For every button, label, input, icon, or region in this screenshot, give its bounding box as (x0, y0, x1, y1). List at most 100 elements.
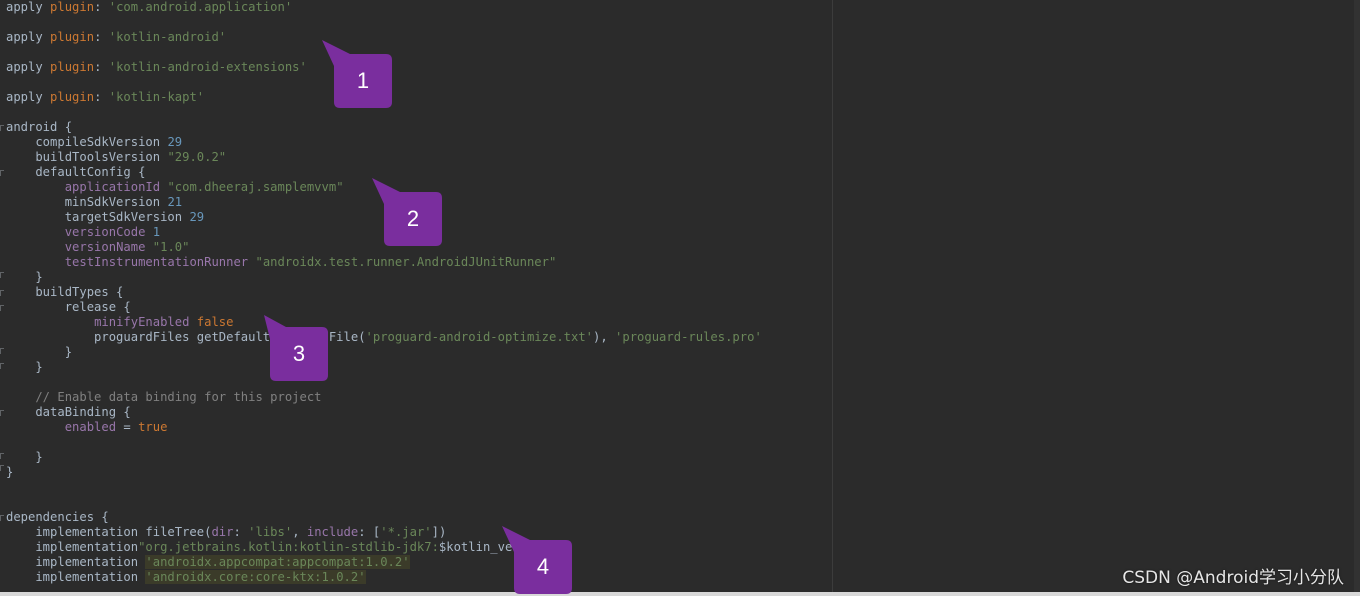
code-token: minSdkVersion (6, 195, 168, 209)
callout-2: 2 (372, 178, 442, 246)
code-line[interactable]: } (6, 360, 43, 375)
code-token: , (292, 525, 307, 539)
code-line[interactable]: apply plugin: 'kotlin-android-extensions… (6, 60, 307, 75)
fold-marker[interactable] (0, 305, 4, 311)
code-token: plugin (50, 0, 95, 14)
code-token: dependencies { (6, 510, 109, 524)
code-line[interactable]: dependencies { (6, 510, 109, 525)
fold-gutter (0, 0, 4, 592)
code-token: } (6, 465, 14, 479)
code-line[interactable]: apply plugin: 'com.android.application' (6, 0, 292, 15)
code-token: ), (593, 330, 616, 344)
code-line[interactable]: testInstrumentationRunner "androidx.test… (6, 255, 557, 270)
code-line[interactable]: versionName "1.0" (6, 240, 190, 255)
code-token: 1 (152, 225, 161, 239)
code-token: plugin (50, 60, 95, 74)
code-line[interactable]: implementation fileTree(dir: 'libs', inc… (6, 525, 446, 540)
code-token: 'libs' (248, 525, 293, 539)
code-token: "org.jetbrains.kotlin:kotlin-stdlib-jdk7… (138, 540, 439, 554)
code-line[interactable]: enabled = true (6, 420, 168, 435)
code-line[interactable]: } (6, 270, 42, 285)
code-line[interactable]: versionCode 1 (6, 225, 160, 240)
code-token: 'kotlin-kapt' (108, 90, 205, 104)
code-token: 'kotlin-android' (108, 30, 227, 44)
fold-marker[interactable] (0, 465, 4, 471)
code-token: plugin (50, 90, 95, 104)
code-line[interactable]: dataBinding { (6, 405, 130, 420)
code-token: false (196, 315, 234, 329)
code-token: "29.0.2" (167, 150, 227, 164)
code-token: // Enable data binding for this project (6, 390, 322, 404)
code-token: true (138, 420, 168, 434)
fold-marker[interactable] (0, 290, 4, 296)
fold-marker[interactable] (0, 453, 4, 459)
code-line[interactable]: minSdkVersion 21 (6, 195, 182, 210)
code-line[interactable]: } (6, 345, 72, 360)
code-line[interactable]: // Enable data binding for this project (6, 390, 322, 405)
editor-scrollbar-track[interactable] (1354, 0, 1360, 592)
fold-marker[interactable] (0, 348, 4, 354)
code-token: compileSdkVersion (6, 135, 168, 149)
code-token: buildTypes { (6, 285, 124, 299)
code-token: implementation (6, 555, 146, 569)
code-token: "androidx.test.runner.AndroidJUnitRunner… (255, 255, 557, 269)
fold-marker[interactable] (0, 170, 4, 176)
code-token: applicationId (64, 180, 161, 194)
code-token: : (94, 60, 109, 74)
code-line[interactable]: android { (6, 120, 72, 135)
code-token: implementation fileTree( (6, 525, 212, 539)
code-token: } (6, 360, 43, 374)
code-line[interactable]: proguardFiles getDefaultProguardFile('pr… (6, 330, 762, 345)
callout-1: 1 (322, 40, 392, 108)
fold-marker[interactable] (0, 515, 4, 521)
fold-marker[interactable] (0, 363, 4, 369)
code-token: } (6, 345, 73, 359)
code-line[interactable]: apply plugin: 'kotlin-kapt' (6, 90, 204, 105)
code-line[interactable]: implementation 'androidx.core:core-ktx:1… (6, 570, 366, 585)
code-token: apply (6, 90, 51, 104)
code-line[interactable]: apply plugin: 'kotlin-android' (6, 30, 226, 45)
callout-number: 4 (536, 554, 550, 579)
code-line[interactable]: implementation"org.jetbrains.kotlin:kotl… (6, 540, 556, 555)
code-token: implementation (6, 570, 146, 584)
code-token: defaultConfig { (6, 165, 146, 179)
fold-marker[interactable] (0, 410, 4, 416)
horizontal-scrollbar[interactable] (0, 592, 1360, 596)
fold-marker[interactable] (0, 272, 4, 278)
code-token: 21 (167, 195, 183, 209)
code-token: '*.jar' (380, 525, 432, 539)
code-token: plugin (50, 30, 95, 44)
code-token: 29 (167, 135, 183, 149)
code-editor[interactable]: apply plugin: 'com.android.application' a… (0, 0, 1360, 592)
code-line[interactable]: applicationId "com.dheeraj.samplemvvm" (6, 180, 344, 195)
code-token: minifyEnabled (94, 315, 190, 329)
code-token: 'proguard-rules.pro' (615, 330, 762, 344)
code-line[interactable]: buildToolsVersion "29.0.2" (6, 150, 226, 165)
code-line[interactable]: } (6, 450, 42, 465)
code-token: : (94, 0, 109, 14)
code-line[interactable]: minifyEnabled false (6, 315, 233, 330)
code-line[interactable]: implementation 'androidx.appcompat:appco… (6, 555, 410, 570)
code-line[interactable]: defaultConfig { (6, 165, 145, 180)
code-line[interactable]: } (6, 465, 13, 480)
code-line[interactable]: release { (6, 300, 131, 315)
callout-number: 3 (292, 341, 306, 366)
fold-marker[interactable] (0, 125, 4, 131)
code-line[interactable]: targetSdkVersion 29 (6, 210, 204, 225)
code-token: ]) (431, 525, 447, 539)
code-line[interactable]: compileSdkVersion 29 (6, 135, 182, 150)
code-token: 'kotlin-android-extensions' (108, 60, 307, 74)
callout-4: 4 (502, 526, 572, 594)
code-token: include (306, 525, 359, 539)
code-line[interactable]: buildTypes { (6, 285, 123, 300)
code-token: apply (6, 60, 51, 74)
code-token: 29 (189, 210, 205, 224)
code-token: implementation (6, 540, 139, 554)
code-token: android { (6, 120, 73, 134)
